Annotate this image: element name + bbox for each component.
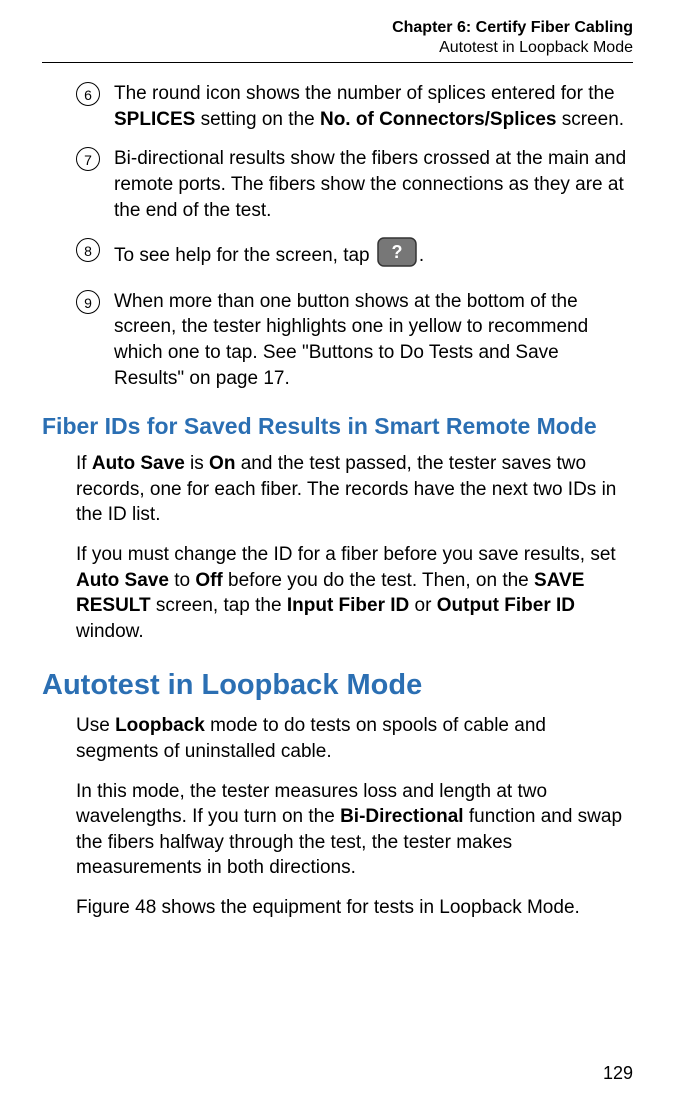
list-text: screen. — [556, 109, 624, 130]
list-text: When more than one button shows at the b… — [114, 291, 588, 389]
header-rule — [42, 62, 633, 63]
list-item-8: 8 To see help for the screen, tap ? . — [76, 237, 633, 275]
header-chapter: Chapter 6: Certify Fiber Cabling — [42, 18, 633, 38]
numbered-list: 6 The round icon shows the number of spl… — [42, 81, 633, 391]
paragraph: If Auto Save is On and the test passed, … — [76, 451, 633, 528]
text: If — [76, 453, 92, 474]
text: Use — [76, 715, 115, 736]
bold-text: Auto Save — [92, 453, 185, 474]
text: window. — [76, 621, 144, 642]
paragraph: If you must change the ID for a fiber be… — [76, 542, 633, 645]
list-text: Bi-directional results show the fibers c… — [114, 148, 626, 220]
paragraph: In this mode, the tester measures loss a… — [76, 779, 633, 882]
bold-text: On — [209, 453, 235, 474]
subheading-fiber-ids: Fiber IDs for Saved Results in Smart Rem… — [42, 413, 633, 441]
paragraph: Figure 48 shows the equipment for tests … — [76, 895, 633, 921]
paragraph: Use Loopback mode to do tests on spools … — [76, 713, 633, 764]
text: to — [169, 570, 195, 591]
list-bold: No. of Connectors/Splices — [320, 109, 556, 130]
bold-text: Auto Save — [76, 570, 169, 591]
list-marker-9: 9 — [76, 290, 100, 314]
list-text: setting on the — [195, 109, 320, 130]
list-marker-8: 8 — [76, 238, 100, 262]
page: Chapter 6: Certify Fiber Cabling Autotes… — [0, 0, 675, 1106]
list-text: . — [419, 245, 424, 266]
list-marker-7: 7 — [76, 147, 100, 171]
list-item-6: 6 The round icon shows the number of spl… — [76, 81, 633, 132]
list-marker-6: 6 — [76, 82, 100, 106]
text: before you do the test. Then, on the — [223, 570, 534, 591]
page-number: 129 — [603, 1063, 633, 1084]
list-item-7: 7 Bi-directional results show the fibers… — [76, 146, 633, 223]
header-section: Autotest in Loopback Mode — [42, 38, 633, 58]
bold-text: Off — [195, 570, 222, 591]
text: screen, tap the — [151, 595, 287, 616]
text: is — [185, 453, 209, 474]
text: If you must change the ID for a fiber be… — [76, 544, 616, 565]
bold-text: Output Fiber ID — [437, 595, 575, 616]
svg-text:?: ? — [391, 242, 402, 262]
list-text: To see help for the screen, tap — [114, 245, 375, 266]
list-item-9: 9 When more than one button shows at the… — [76, 289, 633, 392]
bold-text: Input Fiber ID — [287, 595, 409, 616]
page-header: Chapter 6: Certify Fiber Cabling Autotes… — [42, 18, 633, 58]
heading-autotest-loopback: Autotest in Loopback Mode — [42, 668, 633, 703]
list-text: The round icon shows the number of splic… — [114, 83, 615, 104]
text: or — [409, 595, 436, 616]
help-icon: ? — [377, 237, 417, 275]
list-bold: SPLICES — [114, 109, 195, 130]
text: Figure 48 shows the equipment for tests … — [76, 897, 580, 918]
bold-text: Bi-Directional — [340, 806, 464, 827]
bold-text: Loopback — [115, 715, 205, 736]
